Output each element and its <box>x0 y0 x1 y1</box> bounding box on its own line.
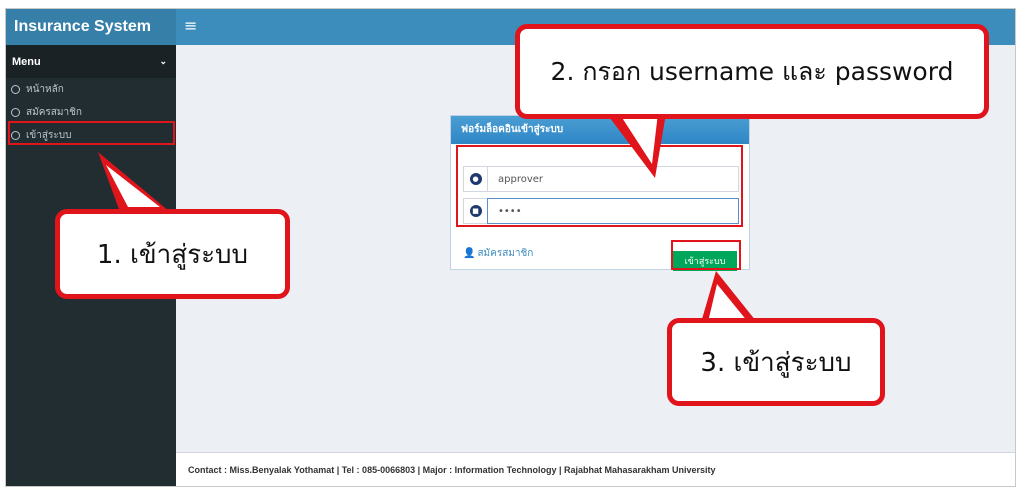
callout-step1-text: 1. เข้าสู่ระบบ <box>96 239 249 270</box>
callout-step2: 2. กรอก username และ password <box>515 24 989 119</box>
callout-step2-text: 2. กรอก username และ password <box>550 56 954 86</box>
callout-step1: 1. เข้าสู่ระบบ <box>55 209 290 299</box>
callout-step3-text: 3. เข้าสู่ระบบ <box>700 347 852 378</box>
callout-step3: 3. เข้าสู่ระบบ <box>667 318 885 406</box>
